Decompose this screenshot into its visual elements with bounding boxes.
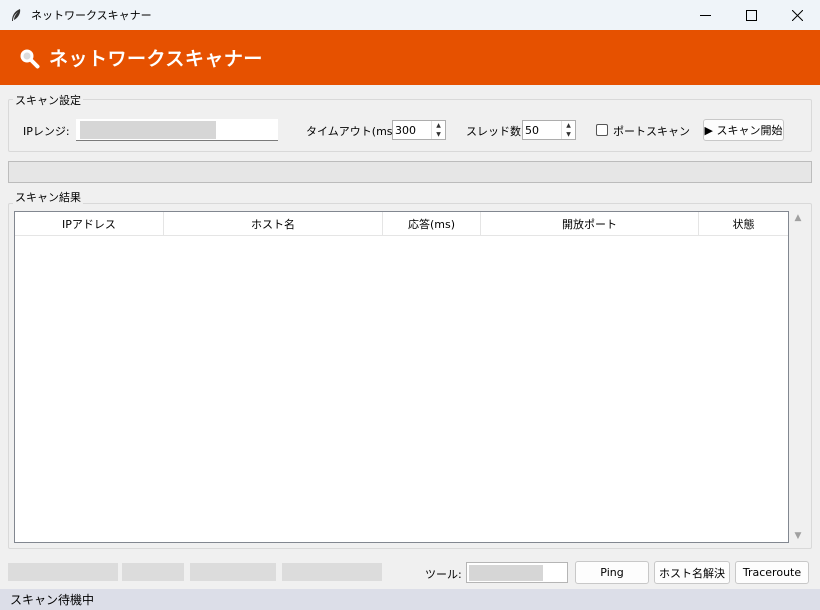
minimize-button[interactable] [682,0,728,30]
feather-icon [12,9,21,21]
results-table-header: IPアドレス ホスト名 応答(ms) 開放ポート 状態 [15,212,788,236]
threads-spinbox[interactable]: 50 ▲ ▼ [522,120,576,140]
app-header: ネットワークスキャナー [0,30,820,85]
column-header-response[interactable]: 応答(ms) [383,212,481,236]
minimize-icon [699,14,711,16]
magnifier-icon [20,49,40,68]
scan-settings-label: スキャン設定 [13,92,83,108]
port-scan-checkbox[interactable] [596,124,608,136]
info-text-redacted [8,563,118,581]
column-header-hostname[interactable]: ホスト名 [164,212,383,236]
column-header-open-ports[interactable]: 開放ポート [481,212,699,236]
ping-button[interactable]: Ping [575,561,649,584]
info-text-redacted [282,563,382,581]
window-titlebar: ネットワークスキャナー [0,0,820,30]
spin-down-icon[interactable]: ▼ [432,130,445,139]
column-header-ip[interactable]: IPアドレス [15,212,164,236]
scan-results-label: スキャン結果 [13,189,83,205]
scroll-up-icon[interactable]: ▲ [793,213,803,223]
app-title: ネットワークスキャナー [49,48,263,70]
column-header-status[interactable]: 状態 [699,212,788,236]
close-icon [791,9,803,21]
threads-label: スレッド数: [466,125,525,138]
status-text: スキャン待機中 [10,593,95,607]
spin-up-icon[interactable]: ▲ [562,121,575,130]
info-text-redacted [122,563,184,581]
tool-target-value-redacted [469,564,543,581]
timeout-spinbox[interactable]: 300 ▲ ▼ [392,120,446,140]
start-scan-button[interactable]: ▶ スキャン開始 [703,119,784,141]
status-bar: スキャン待機中 [0,589,820,610]
maximize-icon [745,9,757,21]
threads-value: 50 [525,123,539,137]
results-scrollbar[interactable]: ▲ ▼ [791,211,805,543]
window-title: ネットワークスキャナー [31,9,152,22]
results-table[interactable]: IPアドレス ホスト名 応答(ms) 開放ポート 状態 [14,211,789,543]
ip-range-value-redacted [80,120,216,139]
maximize-button[interactable] [728,0,774,30]
timeout-label: タイムアウト(ms): [306,125,401,138]
port-scan-label: ポートスキャン [613,125,690,138]
ip-range-input[interactable] [76,119,278,141]
tools-label: ツール: [425,568,462,581]
spin-up-icon[interactable]: ▲ [432,121,445,130]
resolve-hostname-button[interactable]: ホスト名解決 [654,561,730,584]
scan-progress-bar [8,161,812,183]
tool-target-input[interactable] [466,562,568,583]
ip-range-label: IPレンジ: [23,125,70,138]
timeout-value: 300 [395,123,416,137]
traceroute-button[interactable]: Traceroute [735,561,809,584]
scroll-down-icon[interactable]: ▼ [793,531,803,541]
info-text-redacted [190,563,276,581]
spin-down-icon[interactable]: ▼ [562,130,575,139]
close-button[interactable] [774,0,820,30]
